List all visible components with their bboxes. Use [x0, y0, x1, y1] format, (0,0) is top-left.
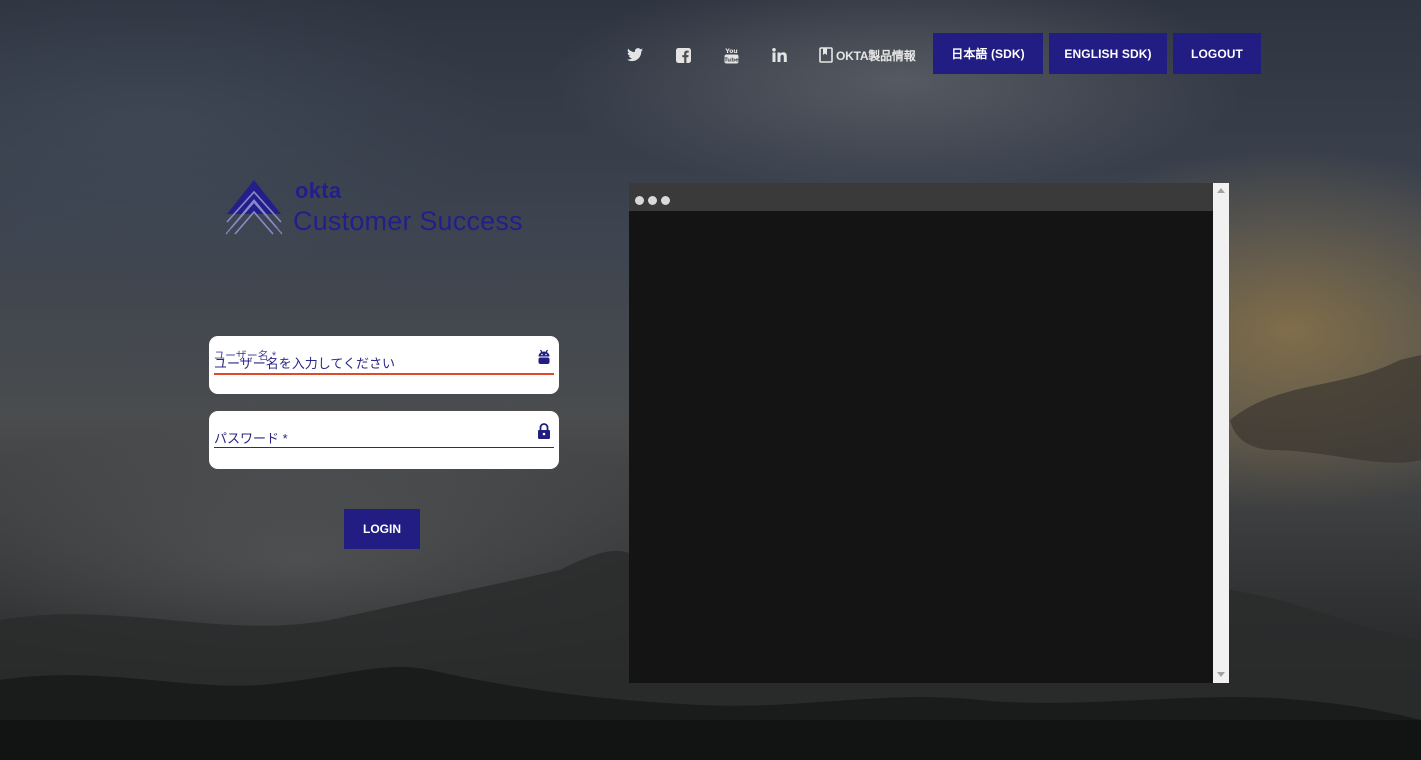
twitter-icon: [627, 48, 643, 62]
console-title-bar: [629, 183, 1213, 211]
console-scrollbar[interactable]: [1213, 183, 1229, 683]
english-sdk-label: ENGLISH SDK): [1064, 46, 1152, 61]
logo-subtitle: Customer Success: [293, 206, 523, 236]
scroll-down-arrow[interactable]: [1217, 672, 1225, 677]
book-icon: [819, 47, 833, 63]
android-icon: [538, 349, 550, 364]
japanese-sdk-button[interactable]: 日本語 (SDK): [933, 33, 1043, 74]
window-dot: [635, 196, 644, 205]
svg-text:You: You: [724, 48, 737, 55]
twitter-link[interactable]: [625, 44, 645, 66]
linkedin-icon: [771, 48, 787, 62]
svg-text:Tube: Tube: [724, 57, 739, 63]
facebook-icon: [675, 47, 691, 63]
console-output[interactable]: [629, 211, 1213, 683]
product-info-link[interactable]: OKTA製品情報: [819, 44, 916, 66]
lock-icon: [538, 423, 550, 439]
password-underline: [214, 447, 554, 448]
okta-customer-success-logo: okta Customer Success: [225, 178, 535, 238]
youtube-icon: You Tube: [724, 48, 739, 63]
password-label: パスワード *: [214, 431, 288, 446]
login-label: LOGIN: [363, 522, 401, 536]
product-info-label: OKTA製品情報: [836, 48, 916, 63]
username-field[interactable]: ユーザー名 * ユーザー名を入力してください: [209, 336, 559, 394]
password-field[interactable]: パスワード *: [209, 411, 559, 469]
okta-logo-mark: [225, 180, 283, 235]
youtube-link[interactable]: You Tube: [721, 44, 741, 66]
username-placeholder: ユーザー名を入力してください: [214, 356, 395, 371]
facebook-link[interactable]: [673, 44, 693, 66]
login-page: You Tube OKTA製品情報 日本語 (SDK) ENGLISH SDK)…: [0, 0, 1421, 760]
logout-button[interactable]: LOGOUT: [1173, 33, 1261, 74]
console-window: [629, 183, 1229, 683]
window-dot: [661, 196, 670, 205]
japanese-sdk-label: 日本語 (SDK): [951, 47, 1025, 61]
scroll-up-arrow[interactable]: [1217, 188, 1225, 193]
username-underline: [214, 373, 554, 375]
login-button[interactable]: LOGIN: [344, 509, 420, 549]
okta-wordmark: okta: [295, 178, 342, 203]
logout-label: LOGOUT: [1191, 46, 1243, 61]
window-dot: [648, 196, 657, 205]
linkedin-link[interactable]: [769, 44, 789, 66]
english-sdk-button[interactable]: ENGLISH SDK): [1049, 33, 1167, 74]
